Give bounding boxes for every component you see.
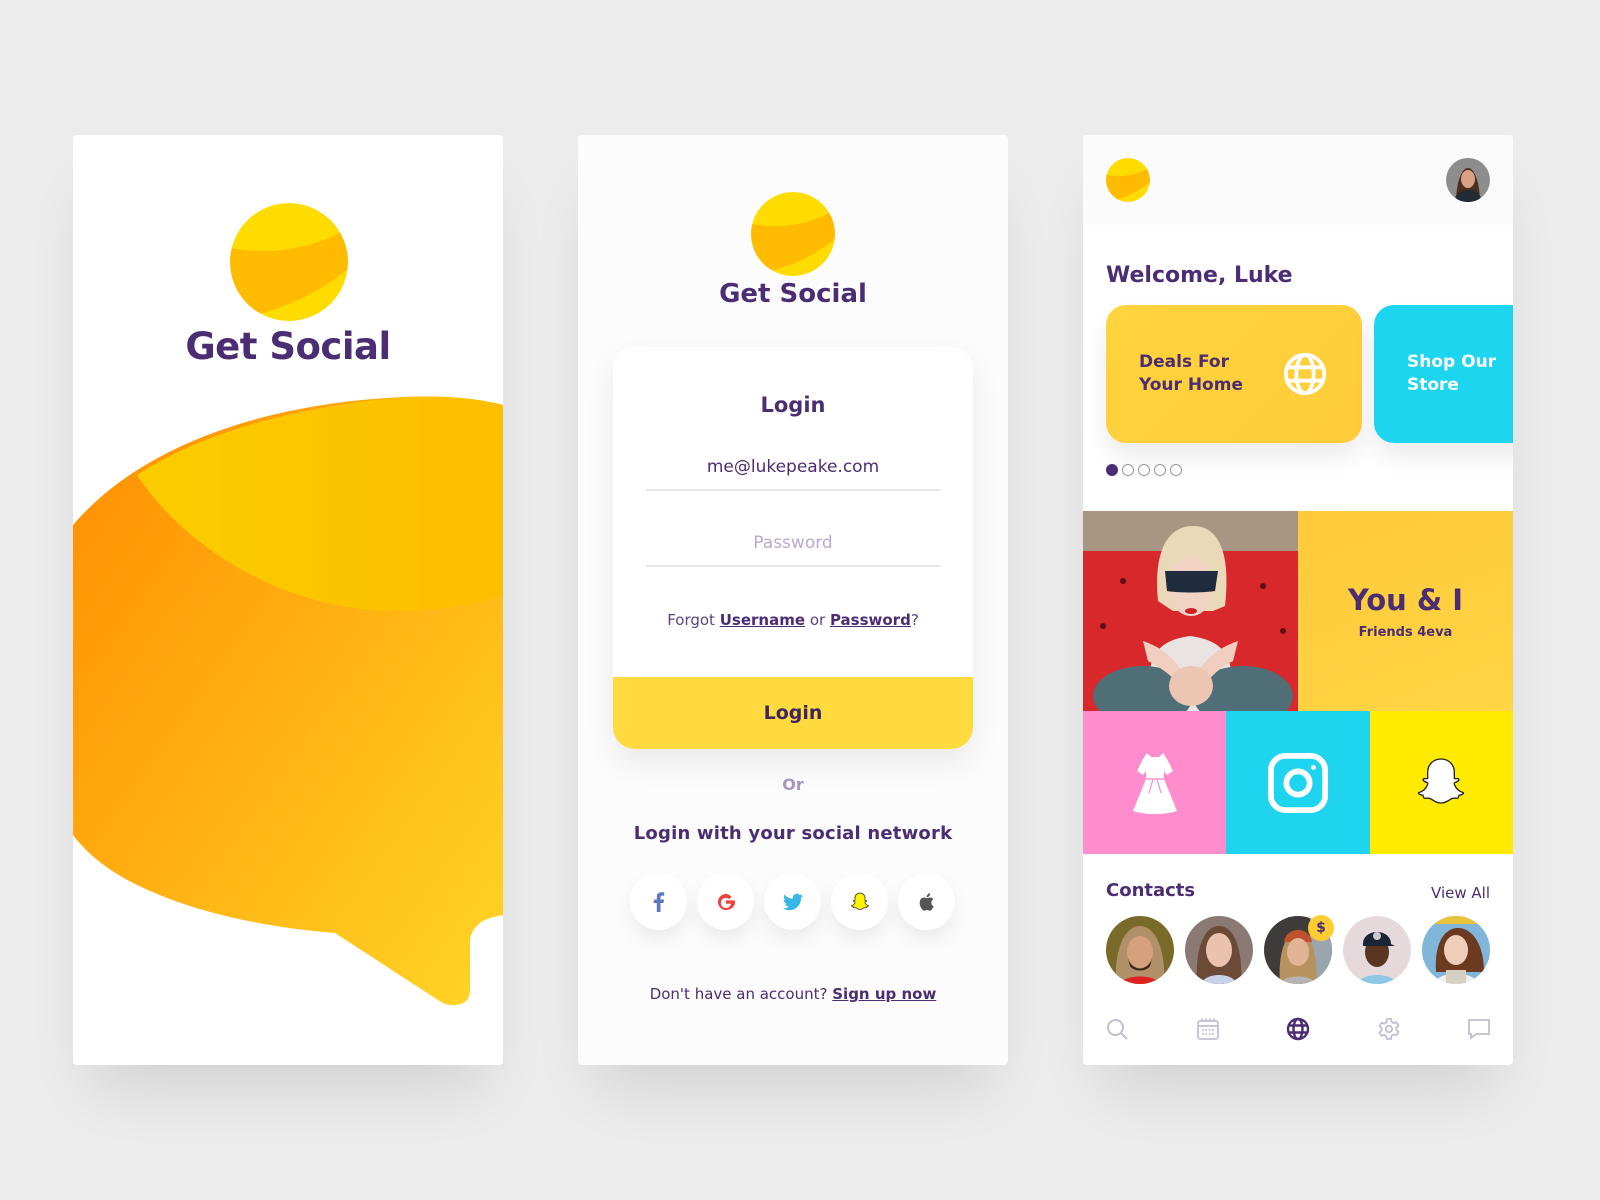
contact-avatar-1[interactable] xyxy=(1106,916,1174,984)
forgot-or: or xyxy=(809,611,826,629)
instagram-tile[interactable] xyxy=(1226,711,1370,854)
instagram-icon xyxy=(1267,752,1328,813)
globe-icon xyxy=(1286,1017,1310,1041)
carousel-dot-4[interactable] xyxy=(1154,464,1166,476)
sun-orb-icon xyxy=(230,203,348,321)
contact-avatar-4[interactable] xyxy=(1343,916,1411,984)
calendar-icon xyxy=(1196,1018,1219,1040)
nav-search[interactable] xyxy=(1103,1015,1131,1043)
search-icon xyxy=(1107,1019,1128,1040)
home-header xyxy=(1083,135,1513,225)
payment-badge: $ xyxy=(1308,915,1334,941)
deals-promo-card[interactable]: Deals For Your Home xyxy=(1106,305,1362,443)
deals-promo-text: Deals For Your Home xyxy=(1139,351,1243,397)
carousel-dot-3[interactable] xyxy=(1138,464,1150,476)
contacts-heading: Contacts xyxy=(1106,880,1196,901)
forgot-credentials: Forgot Username or Password? xyxy=(613,611,973,629)
woman-sunglasses-photo xyxy=(1083,511,1298,711)
carousel-dot-2[interactable] xyxy=(1122,464,1134,476)
view-all-contacts-link[interactable]: View All xyxy=(1431,884,1490,902)
home-screen: Welcome, Luke Deals For Your Home Shop O… xyxy=(1083,135,1513,1065)
snapchat-login-button[interactable] xyxy=(831,873,888,930)
nav-settings[interactable] xyxy=(1375,1015,1403,1043)
forgot-suffix: ? xyxy=(910,611,919,629)
google-icon xyxy=(717,893,735,910)
login-button[interactable]: Login xyxy=(613,677,973,749)
shop-promo-text: Shop Our Store xyxy=(1407,351,1496,397)
forgot-password-link[interactable]: Password xyxy=(830,611,911,629)
social-login-buttons xyxy=(630,873,955,930)
gear-icon xyxy=(1377,1018,1400,1040)
contact-3: $ xyxy=(1264,915,1334,984)
apple-icon xyxy=(919,892,934,911)
apple-login-button[interactable] xyxy=(898,873,955,930)
contact-avatar-5[interactable] xyxy=(1422,916,1490,984)
shop-line-2: Store xyxy=(1407,375,1459,395)
google-login-button[interactable] xyxy=(697,873,754,930)
facebook-icon xyxy=(653,891,664,912)
signup-text: Don't have an account? xyxy=(649,985,828,1003)
carousel-dot-5[interactable] xyxy=(1170,464,1182,476)
splash-screen: Get Social xyxy=(73,135,503,1065)
speech-bubble-graphic xyxy=(73,396,503,1005)
social-login-label: Login with your social network xyxy=(633,823,953,844)
sun-orb-icon xyxy=(751,192,835,276)
login-card: Login Forgot Username or Password? Login xyxy=(613,347,973,749)
deals-line-2: Your Home xyxy=(1139,375,1243,395)
email-field[interactable] xyxy=(646,445,940,491)
friends-title: You & I xyxy=(1347,583,1464,617)
twitter-icon xyxy=(782,893,803,910)
nav-calendar[interactable] xyxy=(1194,1015,1222,1043)
deals-line-1: Deals For xyxy=(1139,352,1229,372)
app-title: Get Social xyxy=(185,325,391,368)
globe-icon xyxy=(1283,352,1327,396)
signup-prompt: Don't have an account? Sign up now xyxy=(578,985,1008,1003)
nav-explore[interactable] xyxy=(1284,1015,1312,1043)
signup-link[interactable]: Sign up now xyxy=(832,985,936,1003)
bottom-navigation xyxy=(1083,1015,1513,1051)
carousel-dots xyxy=(1106,464,1182,476)
login-card-title: Login xyxy=(760,393,826,417)
user-avatar-photo xyxy=(1446,158,1490,202)
friends-subtitle: Friends 4eva xyxy=(1358,625,1453,640)
forgot-username-link[interactable]: Username xyxy=(720,611,805,629)
facebook-login-button[interactable] xyxy=(630,873,687,930)
snapchat-tile[interactable] xyxy=(1369,711,1513,854)
brand-title: Get Social xyxy=(719,279,867,309)
snapchat-icon xyxy=(850,892,869,910)
twitter-login-button[interactable] xyxy=(764,873,821,930)
sun-orb-icon[interactable] xyxy=(1106,158,1150,202)
snapchat-ghost-icon xyxy=(1418,757,1465,804)
nav-messages[interactable] xyxy=(1465,1015,1493,1043)
carousel-dot-1[interactable] xyxy=(1106,464,1118,476)
dress-icon xyxy=(1132,752,1177,814)
forgot-prefix: Forgot xyxy=(667,611,715,629)
or-divider: Or xyxy=(782,775,804,794)
chat-icon xyxy=(1468,1019,1490,1040)
password-field[interactable] xyxy=(646,521,940,567)
shop-promo-card[interactable]: Shop Our Store xyxy=(1374,305,1513,443)
contacts-list: $ xyxy=(1106,915,1490,984)
welcome-heading: Welcome, Luke xyxy=(1106,263,1293,288)
contact-avatar-2[interactable] xyxy=(1185,916,1253,984)
profile-avatar[interactable] xyxy=(1446,158,1490,202)
feature-photo[interactable] xyxy=(1083,511,1298,711)
login-screen: Get Social Login Forgot Username or Pass… xyxy=(578,135,1008,1065)
friends-feature-tile[interactable]: You & I Friends 4eva xyxy=(1298,511,1513,711)
fashion-tile[interactable] xyxy=(1083,711,1227,854)
shop-line-1: Shop Our xyxy=(1407,352,1497,372)
